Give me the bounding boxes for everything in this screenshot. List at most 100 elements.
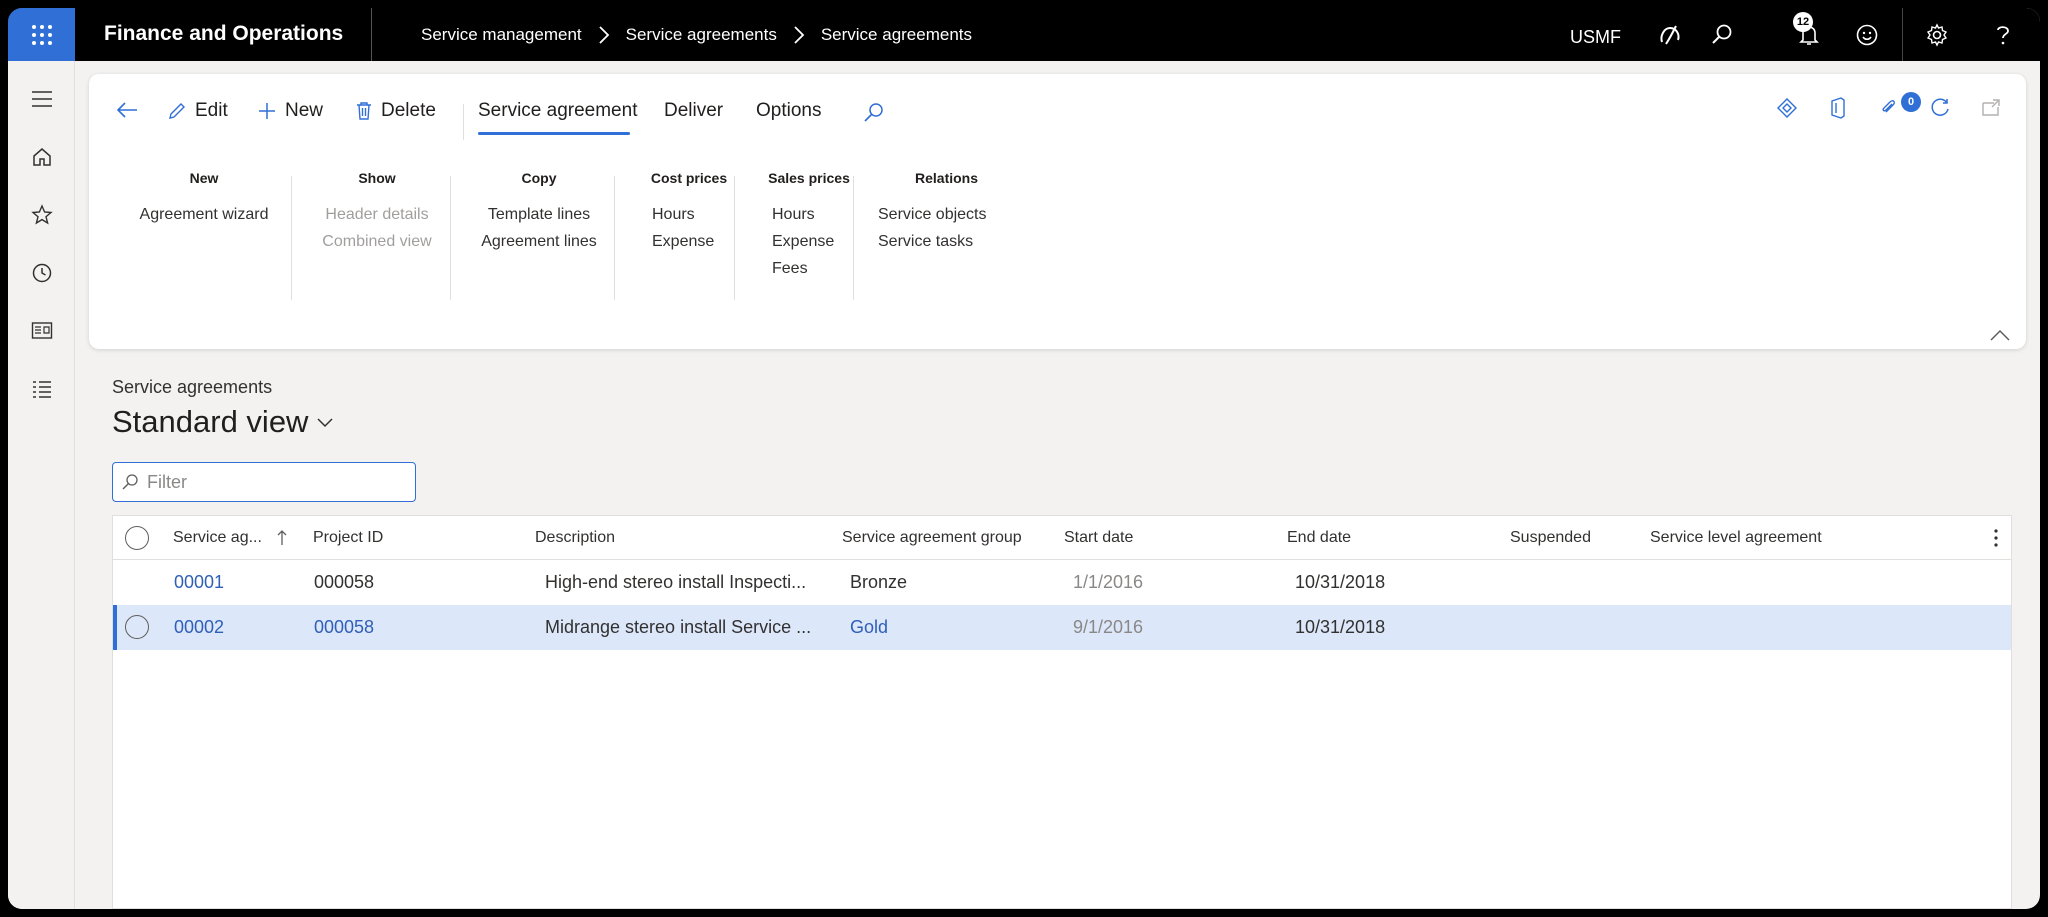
feedback-smile-icon[interactable] xyxy=(1854,22,1880,48)
agreement-lines-button[interactable]: Agreement lines xyxy=(464,233,614,251)
power-apps-icon[interactable] xyxy=(1774,95,1800,121)
filter-box[interactable] xyxy=(112,462,416,502)
help-icon[interactable] xyxy=(1990,22,2016,48)
app-window: Finance and Operations Service managemen… xyxy=(8,8,2040,909)
gear-icon[interactable] xyxy=(1924,22,1950,48)
new-button[interactable]: New xyxy=(257,100,323,122)
company-picker[interactable]: USMF xyxy=(1570,27,1621,48)
topbar-divider xyxy=(371,8,372,61)
template-lines-button[interactable]: Template lines xyxy=(464,206,614,224)
modules-list-icon[interactable] xyxy=(28,375,56,403)
copilot-icon[interactable] xyxy=(1657,22,1683,48)
column-header-service-agreement[interactable]: Service ag... xyxy=(173,529,288,547)
search-icon[interactable] xyxy=(1709,22,1735,48)
cell-description: High-end stereo install Inspecti... xyxy=(545,572,807,592)
clock-icon[interactable] xyxy=(28,259,56,287)
chevron-right-icon xyxy=(598,25,610,45)
attachment-count-badge: 0 xyxy=(1901,92,1921,112)
chevron-right-icon xyxy=(793,25,805,45)
tab-service-agreement[interactable]: Service agreement xyxy=(478,100,637,122)
chevron-up-icon[interactable] xyxy=(1989,328,2011,347)
group-divider xyxy=(614,176,615,300)
row-select-checkbox[interactable] xyxy=(125,615,149,639)
cell-start-date: 9/1/2016 xyxy=(1073,617,1144,637)
cell-service-agreement[interactable]: 00001 xyxy=(174,572,224,593)
header-details-button[interactable]: Header details xyxy=(305,206,449,224)
app-title[interactable]: Finance and Operations xyxy=(104,22,343,46)
topbar-divider xyxy=(1902,8,1903,61)
star-icon[interactable] xyxy=(28,201,56,229)
filter-input[interactable] xyxy=(147,471,407,493)
edit-button[interactable]: Edit xyxy=(167,100,228,122)
group-new: New Agreement wizard xyxy=(129,170,279,298)
workspace-icon[interactable] xyxy=(28,317,56,345)
sales-hours-button[interactable]: Hours xyxy=(749,206,869,224)
group-title: Relations xyxy=(915,170,979,186)
home-icon[interactable] xyxy=(28,143,56,171)
service-agreements-grid: Service ag... Project ID Description Ser… xyxy=(112,515,2012,909)
breadcrumb-item-service-management[interactable]: Service management xyxy=(421,25,582,45)
delete-button[interactable]: Delete xyxy=(355,100,436,122)
cell-start-date: 1/1/2016 xyxy=(1073,572,1144,592)
hamburger-icon[interactable] xyxy=(28,85,56,113)
column-header-service-agreement-group[interactable]: Service agreement group xyxy=(842,529,1022,547)
back-button[interactable] xyxy=(115,100,139,120)
trash-icon xyxy=(357,102,371,120)
toolbar-divider xyxy=(463,104,464,140)
group-copy: Copy Template lines Agreement lines xyxy=(464,170,614,298)
app-launcher-button[interactable] xyxy=(8,8,75,61)
action-pane-toolbar: Edit New Delete Service agreement Delive… xyxy=(89,94,2026,140)
select-all-checkbox[interactable] xyxy=(125,526,149,550)
back-arrow-icon xyxy=(116,102,137,118)
open-in-new-window-icon[interactable] xyxy=(1978,95,2004,121)
cost-expense-button[interactable]: Expense xyxy=(629,233,749,251)
sort-ascending-icon xyxy=(277,530,287,545)
tab-deliver[interactable]: Deliver xyxy=(664,100,723,122)
breadcrumb-item-service-agreements[interactable]: Service agreements xyxy=(626,25,777,45)
cell-end-date: 10/31/2018 xyxy=(1295,572,1386,592)
group-title: New xyxy=(189,170,219,186)
cell-group[interactable]: Gold xyxy=(850,617,888,638)
cell-end-date: 10/31/2018 xyxy=(1295,617,1386,637)
tab-options[interactable]: Options xyxy=(756,100,821,122)
sales-expense-button[interactable]: Expense xyxy=(749,233,869,251)
group-sales-prices: Sales prices Hours Expense Fees xyxy=(749,170,869,298)
office-icon[interactable] xyxy=(1825,95,1851,121)
top-navigation-bar: Finance and Operations Service managemen… xyxy=(8,8,2040,61)
edit-label: Edit xyxy=(195,100,228,121)
search-icon xyxy=(122,474,138,490)
refresh-icon[interactable] xyxy=(1927,95,1953,121)
cell-description: Midrange stereo install Service ... xyxy=(545,617,812,637)
service-objects-button[interactable]: Service objects xyxy=(869,206,1019,224)
column-header-service-level-agreement[interactable]: Service level agreement xyxy=(1650,529,1822,547)
cell-project-id: 000058 xyxy=(314,572,375,592)
service-tasks-button[interactable]: Service tasks xyxy=(869,233,1019,251)
column-header-end-date[interactable]: End date xyxy=(1287,529,1351,547)
group-cost-prices: Cost prices Hours Expense xyxy=(629,170,749,298)
more-options-icon[interactable] xyxy=(1993,528,1999,553)
delete-label: Delete xyxy=(381,100,436,121)
plus-icon xyxy=(259,103,275,119)
column-header-description[interactable]: Description xyxy=(535,529,615,547)
action-pane: Edit New Delete Service agreement Delive… xyxy=(89,74,2026,349)
column-header-label: Service ag... xyxy=(173,529,262,546)
column-header-project-id[interactable]: Project ID xyxy=(313,529,383,547)
ribbon-groups: New Agreement wizard Show Header details… xyxy=(89,170,2026,300)
attachment-icon[interactable] xyxy=(1875,95,1901,121)
table-row-selected[interactable]: 00002 000058 Midrange stereo install Ser… xyxy=(113,605,2011,650)
pencil-icon xyxy=(169,103,185,119)
action-search-button[interactable] xyxy=(863,102,885,124)
column-header-suspended[interactable]: Suspended xyxy=(1510,529,1591,547)
cell-service-agreement[interactable]: 00002 xyxy=(174,617,224,638)
sales-fees-button[interactable]: Fees xyxy=(749,260,869,278)
cell-project-id[interactable]: 000058 xyxy=(314,617,374,638)
column-header-start-date[interactable]: Start date xyxy=(1064,529,1133,547)
search-icon xyxy=(864,103,883,122)
table-row[interactable]: 00001 000058 High-end stereo install Ins… xyxy=(113,560,2011,605)
agreement-wizard-button[interactable]: Agreement wizard xyxy=(129,206,279,224)
active-tab-indicator xyxy=(478,132,630,135)
cost-hours-button[interactable]: Hours xyxy=(629,206,749,224)
combined-view-button[interactable]: Combined view xyxy=(305,233,449,251)
view-selector[interactable]: Standard view xyxy=(112,404,334,440)
form-caption: Service agreements xyxy=(112,377,273,397)
